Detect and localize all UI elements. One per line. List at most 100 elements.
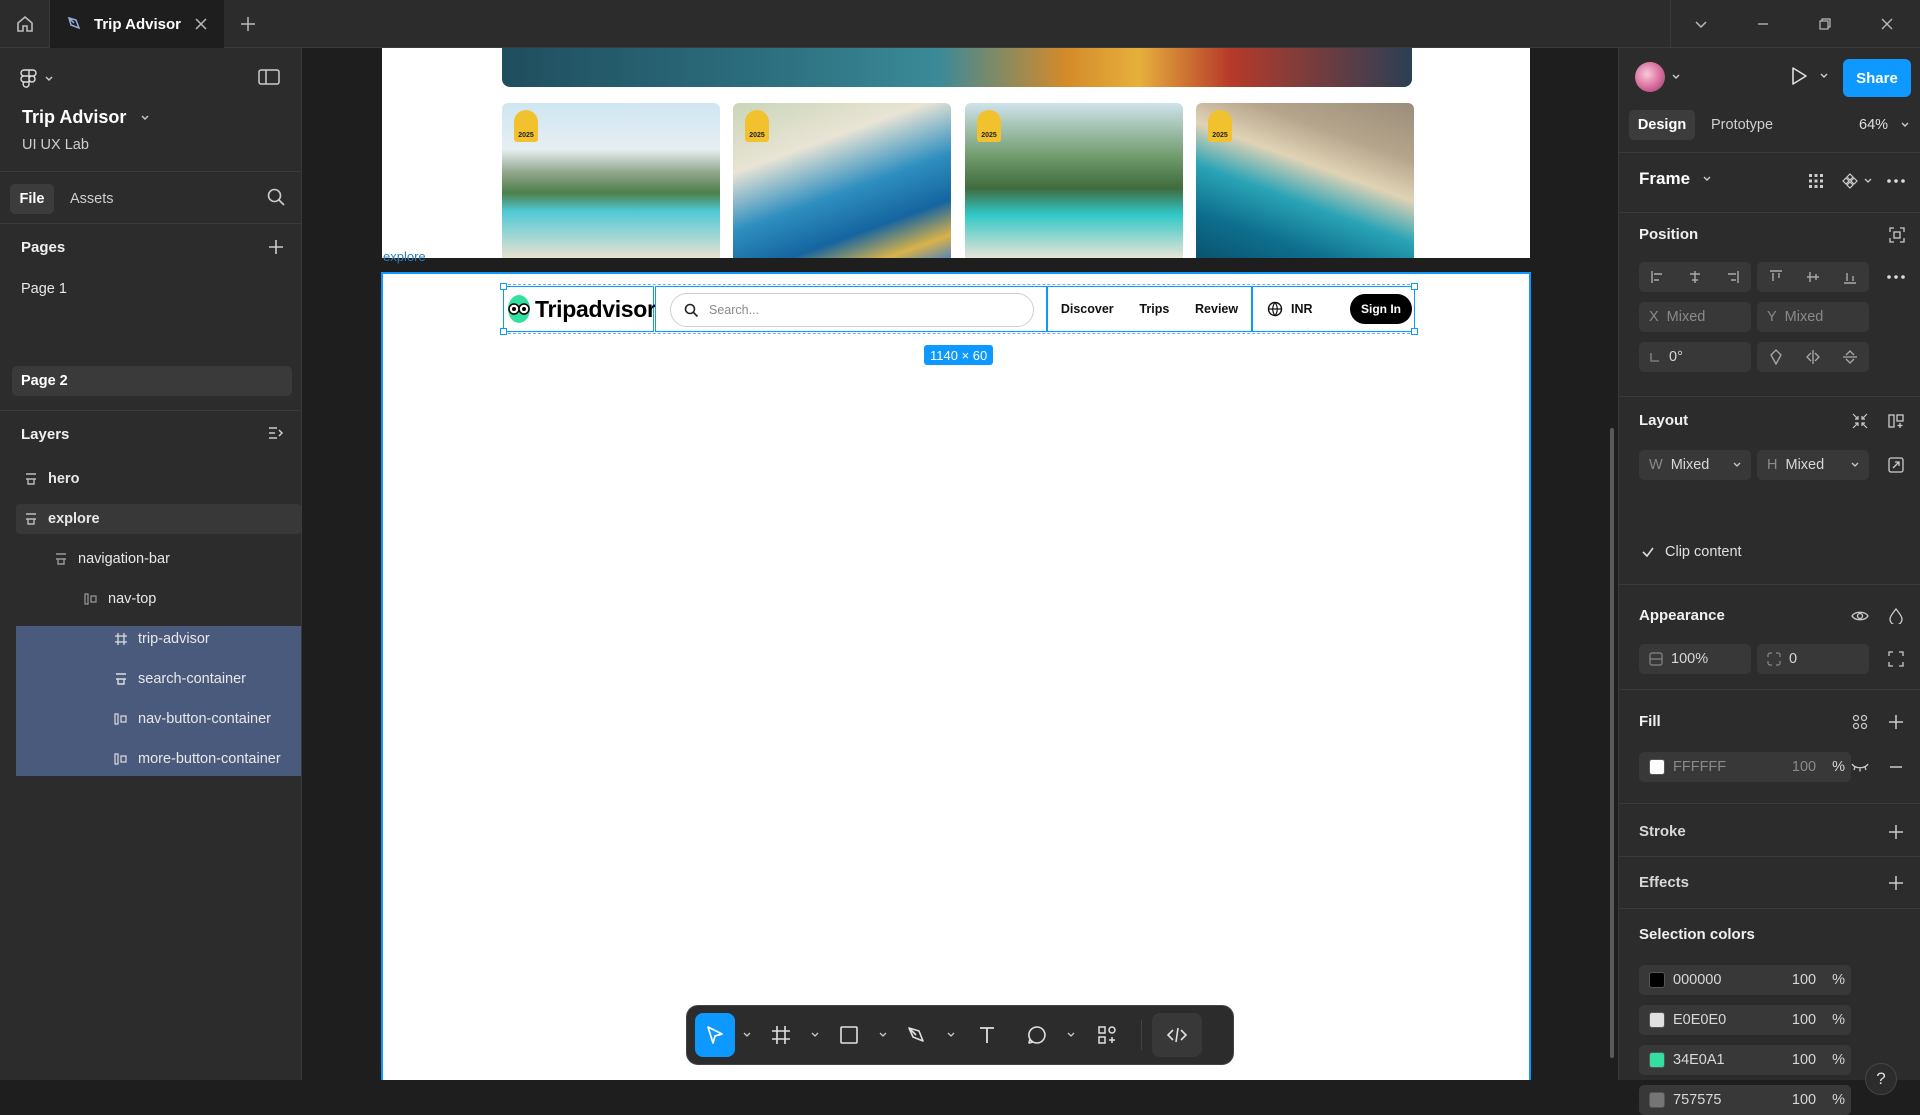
shape-tool-menu[interactable] [875, 1013, 891, 1057]
align-right-icon[interactable] [1724, 269, 1740, 285]
resize-handle[interactable] [500, 328, 507, 335]
actions-tool-button[interactable] [1083, 1013, 1131, 1057]
grid-view-button[interactable] [1803, 168, 1829, 194]
selection-color-row[interactable]: 000000 100 % [1639, 965, 1851, 995]
close-window-button[interactable] [1856, 0, 1918, 48]
independent-corners-button[interactable] [1883, 646, 1909, 672]
resize-handle[interactable] [1411, 283, 1418, 290]
home-button[interactable] [0, 0, 50, 48]
blend-mode-button[interactable] [1883, 603, 1909, 629]
rotation-field[interactable]: 0° [1639, 342, 1751, 372]
fill-color-field[interactable]: FFFFFF 100 % [1639, 752, 1851, 782]
add-fill-button[interactable] [1883, 709, 1909, 735]
destination-thumbnail-3[interactable]: 2025 [965, 103, 1183, 258]
search-input[interactable]: Search... [670, 293, 1034, 327]
search-layers-button[interactable] [266, 187, 286, 207]
y-position-field[interactable]: Y Mixed [1757, 302, 1869, 332]
component-button[interactable] [1837, 168, 1877, 194]
remove-fill-button[interactable] [1883, 754, 1909, 780]
tab-design[interactable]: Design [1629, 110, 1695, 140]
page-item-page-1[interactable]: Page 1 [12, 274, 292, 304]
present-button[interactable] [1789, 65, 1829, 87]
corner-radius-field[interactable]: 0 [1757, 644, 1869, 674]
layer-nav-button-container[interactable]: nav-button-container [16, 704, 301, 734]
color-swatch[interactable] [1649, 972, 1665, 988]
hide-fill-button[interactable] [1847, 754, 1873, 780]
x-position-field[interactable]: X Mixed [1639, 302, 1751, 332]
destination-thumbnail-1[interactable]: 2025 [502, 103, 720, 258]
currency-button[interactable]: INR [1291, 302, 1313, 316]
comment-tool-button[interactable] [1015, 1013, 1059, 1057]
color-swatch[interactable] [1649, 1052, 1665, 1068]
canvas-scrollbar[interactable] [1610, 428, 1614, 1058]
constrain-proportions-button[interactable] [1883, 452, 1909, 478]
help-button[interactable]: ? [1865, 1063, 1897, 1095]
flip-vertical-icon[interactable] [1842, 349, 1858, 365]
destination-thumbnail-2[interactable]: 2025 [733, 103, 951, 258]
frame-label[interactable]: explore [383, 249, 426, 264]
nav-link-discover[interactable]: Discover [1061, 302, 1114, 316]
auto-layout-button[interactable] [1883, 408, 1909, 434]
new-tab-button[interactable] [236, 12, 260, 36]
fill-styles-button[interactable] [1847, 709, 1873, 735]
text-tool-button[interactable] [963, 1013, 1011, 1057]
project-name-button[interactable]: Trip Advisor [22, 107, 150, 128]
main-menu-button[interactable] [20, 68, 54, 90]
constraints-button[interactable] [1884, 222, 1910, 248]
align-left-icon[interactable] [1650, 269, 1666, 285]
move-tool-button[interactable] [695, 1013, 735, 1057]
resize-handle[interactable] [1411, 328, 1418, 335]
frame-type-dropdown[interactable]: Frame [1639, 169, 1712, 189]
layer-trip-advisor[interactable]: trip-advisor [16, 624, 301, 654]
layer-search-container[interactable]: search-container [16, 664, 301, 694]
frame-tool-button[interactable] [759, 1013, 803, 1057]
pen-tool-menu[interactable] [943, 1013, 959, 1057]
search-container[interactable]: Search... [655, 286, 1047, 332]
clip-content-checkbox[interactable]: Clip content [1641, 544, 1742, 560]
tab-file[interactable]: File [10, 184, 54, 214]
more-align-button[interactable] [1883, 264, 1909, 290]
resize-handle[interactable] [500, 283, 507, 290]
user-avatar-menu[interactable] [1635, 62, 1681, 92]
selection-color-row[interactable]: 34E0A1 100 % [1639, 1045, 1851, 1075]
visibility-button[interactable] [1847, 603, 1873, 629]
layer-more-button-container[interactable]: more-button-container [16, 744, 301, 774]
color-swatch[interactable] [1649, 1092, 1665, 1108]
layers-options-button[interactable] [267, 424, 285, 442]
nav-link-review[interactable]: Review [1195, 302, 1238, 316]
frame-tool-menu[interactable] [807, 1013, 823, 1057]
align-center-icon[interactable] [1687, 269, 1703, 285]
add-page-button[interactable] [267, 238, 285, 256]
destination-thumbnail-4[interactable]: 2025 [1196, 103, 1414, 258]
color-swatch[interactable] [1649, 1012, 1665, 1028]
page-item-page-2[interactable]: Page 2 [12, 366, 292, 396]
hero-frame[interactable]: 2025 2025 2025 2025 [382, 48, 1530, 258]
opacity-field[interactable]: 100% [1639, 644, 1751, 674]
layer-explore[interactable]: explore [16, 504, 301, 534]
toggle-sidebar-button[interactable] [258, 68, 280, 86]
flip-horizontal-icon[interactable] [1805, 349, 1821, 365]
explore-frame[interactable]: Tripadvisor Search... Discover Trips Rev… [381, 272, 1531, 1080]
fill-swatch[interactable] [1649, 759, 1665, 775]
layer-nav-top[interactable]: nav-top [16, 584, 301, 614]
more-button-container[interactable]: INR Sign In [1252, 286, 1415, 332]
canvas[interactable]: 2025 2025 2025 2025 explore Tripadvisor … [302, 48, 1618, 1080]
signin-button[interactable]: Sign In [1350, 294, 1412, 324]
zoom-control[interactable]: 64% [1859, 117, 1910, 133]
minimize-button[interactable] [1732, 0, 1794, 48]
pen-tool-button[interactable] [895, 1013, 939, 1057]
align-bottom-icon[interactable] [1842, 269, 1858, 285]
trip-advisor-logo[interactable]: Tripadvisor [503, 286, 656, 332]
rotate-icon[interactable] [1768, 349, 1784, 365]
selection-color-row[interactable]: E0E0E0 100 % [1639, 1005, 1851, 1035]
comment-tool-menu[interactable] [1063, 1013, 1079, 1057]
share-button[interactable]: Share [1843, 59, 1911, 97]
align-middle-icon[interactable] [1805, 269, 1821, 285]
tab-assets[interactable]: Assets [70, 191, 114, 207]
align-top-icon[interactable] [1768, 269, 1784, 285]
more-options-button[interactable] [1883, 168, 1909, 194]
width-field[interactable]: W Mixed [1639, 450, 1751, 480]
tabs-dropdown-button[interactable] [1670, 0, 1732, 48]
height-field[interactable]: H Mixed [1757, 450, 1869, 480]
close-tab-icon[interactable] [194, 17, 208, 31]
